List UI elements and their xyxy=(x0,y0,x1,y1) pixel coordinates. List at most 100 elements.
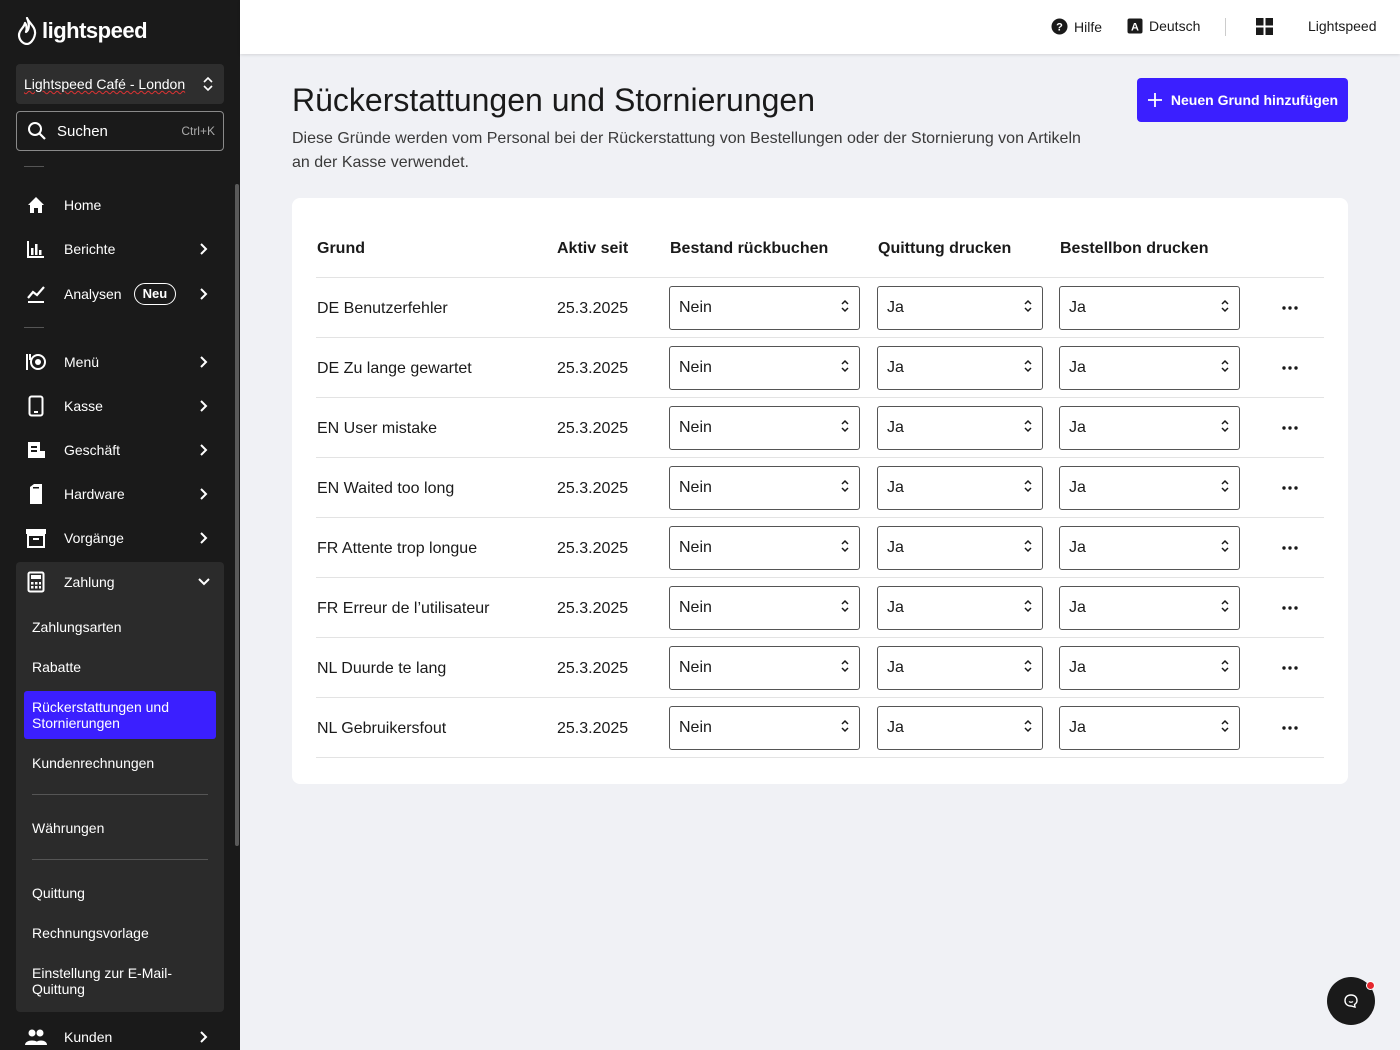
sidebar-item-menu[interactable]: Menü xyxy=(16,342,224,382)
print-receipt-value: Ja xyxy=(887,359,904,376)
reason-name: NL Gebruikersfout xyxy=(317,720,447,737)
apps-grid-button[interactable] xyxy=(1256,18,1273,35)
reasons-table: Grund Aktiv seit Bestand rückbuchen Quit… xyxy=(292,198,1348,784)
divider xyxy=(32,859,208,860)
print-order-ticket-select[interactable]: Ja xyxy=(1059,646,1240,690)
restock-select[interactable]: Nein xyxy=(669,346,860,390)
sidebar-item-home[interactable]: Home xyxy=(16,185,224,225)
restock-select[interactable]: Nein xyxy=(669,526,860,570)
submenu-item-rechnungsvorlage[interactable]: Rechnungsvorlage xyxy=(32,925,208,941)
restock-select[interactable]: Nein xyxy=(669,706,860,750)
page-title: Rückerstattungen und Stornierungen xyxy=(292,82,816,118)
restock-select[interactable]: Nein xyxy=(669,406,860,450)
more-options-icon[interactable] xyxy=(1278,716,1302,740)
more-options-icon[interactable] xyxy=(1278,476,1302,500)
sidebar-item-kunden[interactable]: Kunden xyxy=(16,1017,224,1050)
more-options-icon[interactable] xyxy=(1278,536,1302,560)
print-order-ticket-select[interactable]: Ja xyxy=(1059,466,1240,510)
updown-chevron-icon xyxy=(1024,539,1032,558)
more-options-icon[interactable] xyxy=(1278,416,1302,440)
restock-select[interactable]: Nein xyxy=(669,286,860,330)
add-reason-button[interactable]: Neuen Grund hinzufügen xyxy=(1137,78,1348,122)
print-receipt-select[interactable]: Ja xyxy=(877,466,1043,510)
sidebar-scrollbar[interactable] xyxy=(235,184,239,846)
updown-chevron-icon xyxy=(841,479,849,498)
archive-icon xyxy=(24,526,48,550)
help-link[interactable]: ? Hilfe xyxy=(1051,18,1102,35)
svg-text:A: A xyxy=(1131,22,1139,34)
sidebar-item-label: Geschäft xyxy=(64,442,121,458)
chat-icon xyxy=(1344,994,1358,1008)
submenu-item-waehrungen[interactable]: Währungen xyxy=(32,820,208,836)
submenu-item-rueckerstattungen[interactable]: Rückerstattungen und Stornierungen xyxy=(24,691,216,739)
reason-name: DE Benutzerfehler xyxy=(317,300,448,317)
print-receipt-select[interactable]: Ja xyxy=(877,526,1043,570)
print-order-ticket-value: Ja xyxy=(1069,359,1086,376)
sidebar-item-analysen[interactable]: Analysen Neu xyxy=(16,274,224,314)
submenu-item-kundenrechnungen[interactable]: Kundenrechnungen xyxy=(32,755,208,771)
print-order-ticket-value: Ja xyxy=(1069,719,1086,736)
print-order-ticket-value: Ja xyxy=(1069,419,1086,436)
more-options-icon[interactable] xyxy=(1278,356,1302,380)
search-icon xyxy=(28,122,46,140)
new-badge: Neu xyxy=(133,283,177,305)
updown-chevron-icon xyxy=(1024,719,1032,738)
sidebar-item-label: Kasse xyxy=(64,398,103,414)
print-receipt-value: Ja xyxy=(887,659,904,676)
print-order-ticket-select[interactable]: Ja xyxy=(1059,286,1240,330)
sidebar-item-geschaeft[interactable]: Geschäft xyxy=(16,430,224,470)
print-receipt-select[interactable]: Ja xyxy=(877,406,1043,450)
updown-chevron-icon xyxy=(1024,359,1032,378)
restock-select[interactable]: Nein xyxy=(669,466,860,510)
restock-value: Nein xyxy=(679,539,712,556)
sidebar-item-kasse[interactable]: Kasse xyxy=(16,386,224,426)
help-icon: ? xyxy=(1051,18,1068,35)
sidebar-item-berichte[interactable]: Berichte xyxy=(16,229,224,269)
restock-value: Nein xyxy=(679,599,712,616)
row-divider xyxy=(316,517,1324,518)
account-menu[interactable]: Lightspeed xyxy=(1308,18,1377,34)
active-since: 25.3.2025 xyxy=(557,720,629,737)
submenu-item-rabatte[interactable]: Rabatte xyxy=(32,659,208,675)
print-receipt-value: Ja xyxy=(887,419,904,436)
print-order-ticket-select[interactable]: Ja xyxy=(1059,706,1240,750)
language-selector[interactable]: A Deutsch xyxy=(1127,18,1200,34)
print-order-ticket-value: Ja xyxy=(1069,599,1086,616)
sidebar-item-hardware[interactable]: Hardware xyxy=(16,474,224,514)
submenu-item-zahlungsarten[interactable]: Zahlungsarten xyxy=(32,619,208,635)
sidebar-item-vorgaenge[interactable]: Vorgänge xyxy=(16,518,224,558)
trend-icon xyxy=(24,282,48,306)
row-divider xyxy=(316,757,1324,758)
print-order-ticket-select[interactable]: Ja xyxy=(1059,406,1240,450)
restock-select[interactable]: Nein xyxy=(669,586,860,630)
page-description: Diese Gründe werden vom Personal bei der… xyxy=(292,130,1081,171)
print-receipt-select[interactable]: Ja xyxy=(877,586,1043,630)
updown-chevron-icon xyxy=(841,299,849,318)
more-options-icon[interactable] xyxy=(1278,296,1302,320)
print-order-ticket-select[interactable]: Ja xyxy=(1059,346,1240,390)
print-receipt-value: Ja xyxy=(887,599,904,616)
reason-name: NL Duurde te lang xyxy=(317,660,447,677)
print-order-ticket-select[interactable]: Ja xyxy=(1059,586,1240,630)
updown-chevron-icon xyxy=(1221,299,1229,318)
print-receipt-select[interactable]: Ja xyxy=(877,346,1043,390)
column-header-grund: Grund xyxy=(317,240,365,257)
updown-chevron-icon xyxy=(203,76,213,92)
print-receipt-select[interactable]: Ja xyxy=(877,706,1043,750)
submenu-item-quittung[interactable]: Quittung xyxy=(32,885,208,901)
print-order-ticket-select[interactable]: Ja xyxy=(1059,526,1240,570)
sidebar-item-zahlung[interactable]: Zahlung xyxy=(16,562,224,602)
restock-select[interactable]: Nein xyxy=(669,646,860,690)
more-options-icon[interactable] xyxy=(1278,596,1302,620)
updown-chevron-icon xyxy=(1024,659,1032,678)
submenu-item-email-quittung[interactable]: Einstellung zur E-Mail-Quittung xyxy=(32,965,208,997)
more-options-icon[interactable] xyxy=(1278,656,1302,680)
row-divider xyxy=(316,637,1324,638)
lightspeed-logo[interactable]: lightspeed xyxy=(16,16,148,46)
print-receipt-select[interactable]: Ja xyxy=(877,646,1043,690)
divider xyxy=(32,794,208,795)
print-receipt-select[interactable]: Ja xyxy=(877,286,1043,330)
search-input[interactable]: Suchen Ctrl+K xyxy=(16,111,224,151)
store-selector[interactable]: Lightspeed Café - London xyxy=(16,64,224,104)
restock-value: Nein xyxy=(679,299,712,316)
